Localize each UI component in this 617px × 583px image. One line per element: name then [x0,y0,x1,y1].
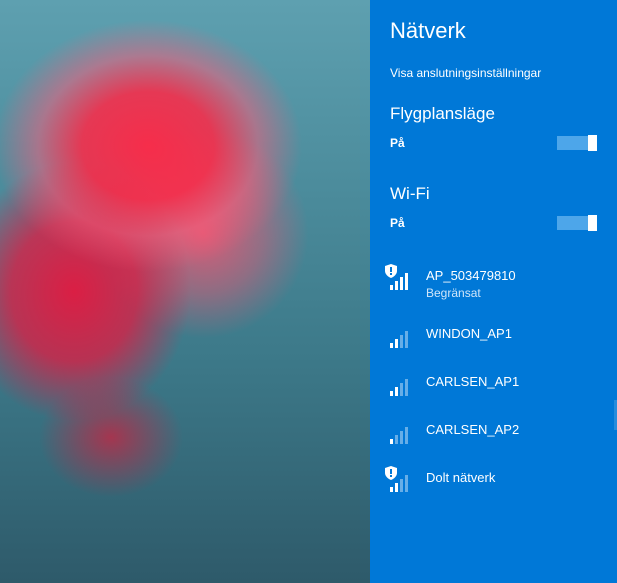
wifi-signal-icon [390,268,414,290]
wifi-network-name: CARLSEN_AP1 [426,374,519,390]
airplane-mode-toggle[interactable] [557,136,597,150]
wifi-signal-icon [390,326,414,348]
desktop-wallpaper [0,0,370,583]
wifi-network-name: AP_503479810 [426,268,516,284]
wifi-network-status: Begränsat [426,286,516,300]
networks-charm-panel: Nätverk Visa anslutningsinställningar Fl… [370,0,617,583]
airplane-mode-state-label: På [390,136,405,150]
wifi-signal-icon [390,422,414,444]
airplane-mode-heading: Flygplansläge [390,104,597,124]
wifi-toggle[interactable] [557,216,597,230]
wifi-signal-icon [390,470,414,492]
wifi-network-item[interactable]: CARLSEN_AP1 [390,364,597,412]
wifi-network-item[interactable]: Dolt nätverk [390,460,597,508]
shield-alert-icon [385,466,397,480]
view-connection-settings-link[interactable]: Visa anslutningsinställningar [390,66,597,80]
shield-alert-icon [385,264,397,278]
wifi-network-name: Dolt nätverk [426,470,495,486]
wifi-network-list: AP_503479810 Begränsat WINDON_AP1 CARLSE… [390,258,597,508]
wifi-network-name: CARLSEN_AP2 [426,422,519,438]
wifi-network-item[interactable]: CARLSEN_AP2 [390,412,597,460]
wifi-state-label: På [390,216,405,230]
wifi-heading: Wi-Fi [390,184,597,204]
wifi-network-item[interactable]: WINDON_AP1 [390,316,597,364]
wifi-signal-icon [390,374,414,396]
wifi-row: På [390,216,597,230]
wifi-network-item[interactable]: AP_503479810 Begränsat [390,258,597,316]
panel-title: Nätverk [390,18,597,44]
airplane-mode-row: På [390,136,597,150]
wifi-network-name: WINDON_AP1 [426,326,512,342]
